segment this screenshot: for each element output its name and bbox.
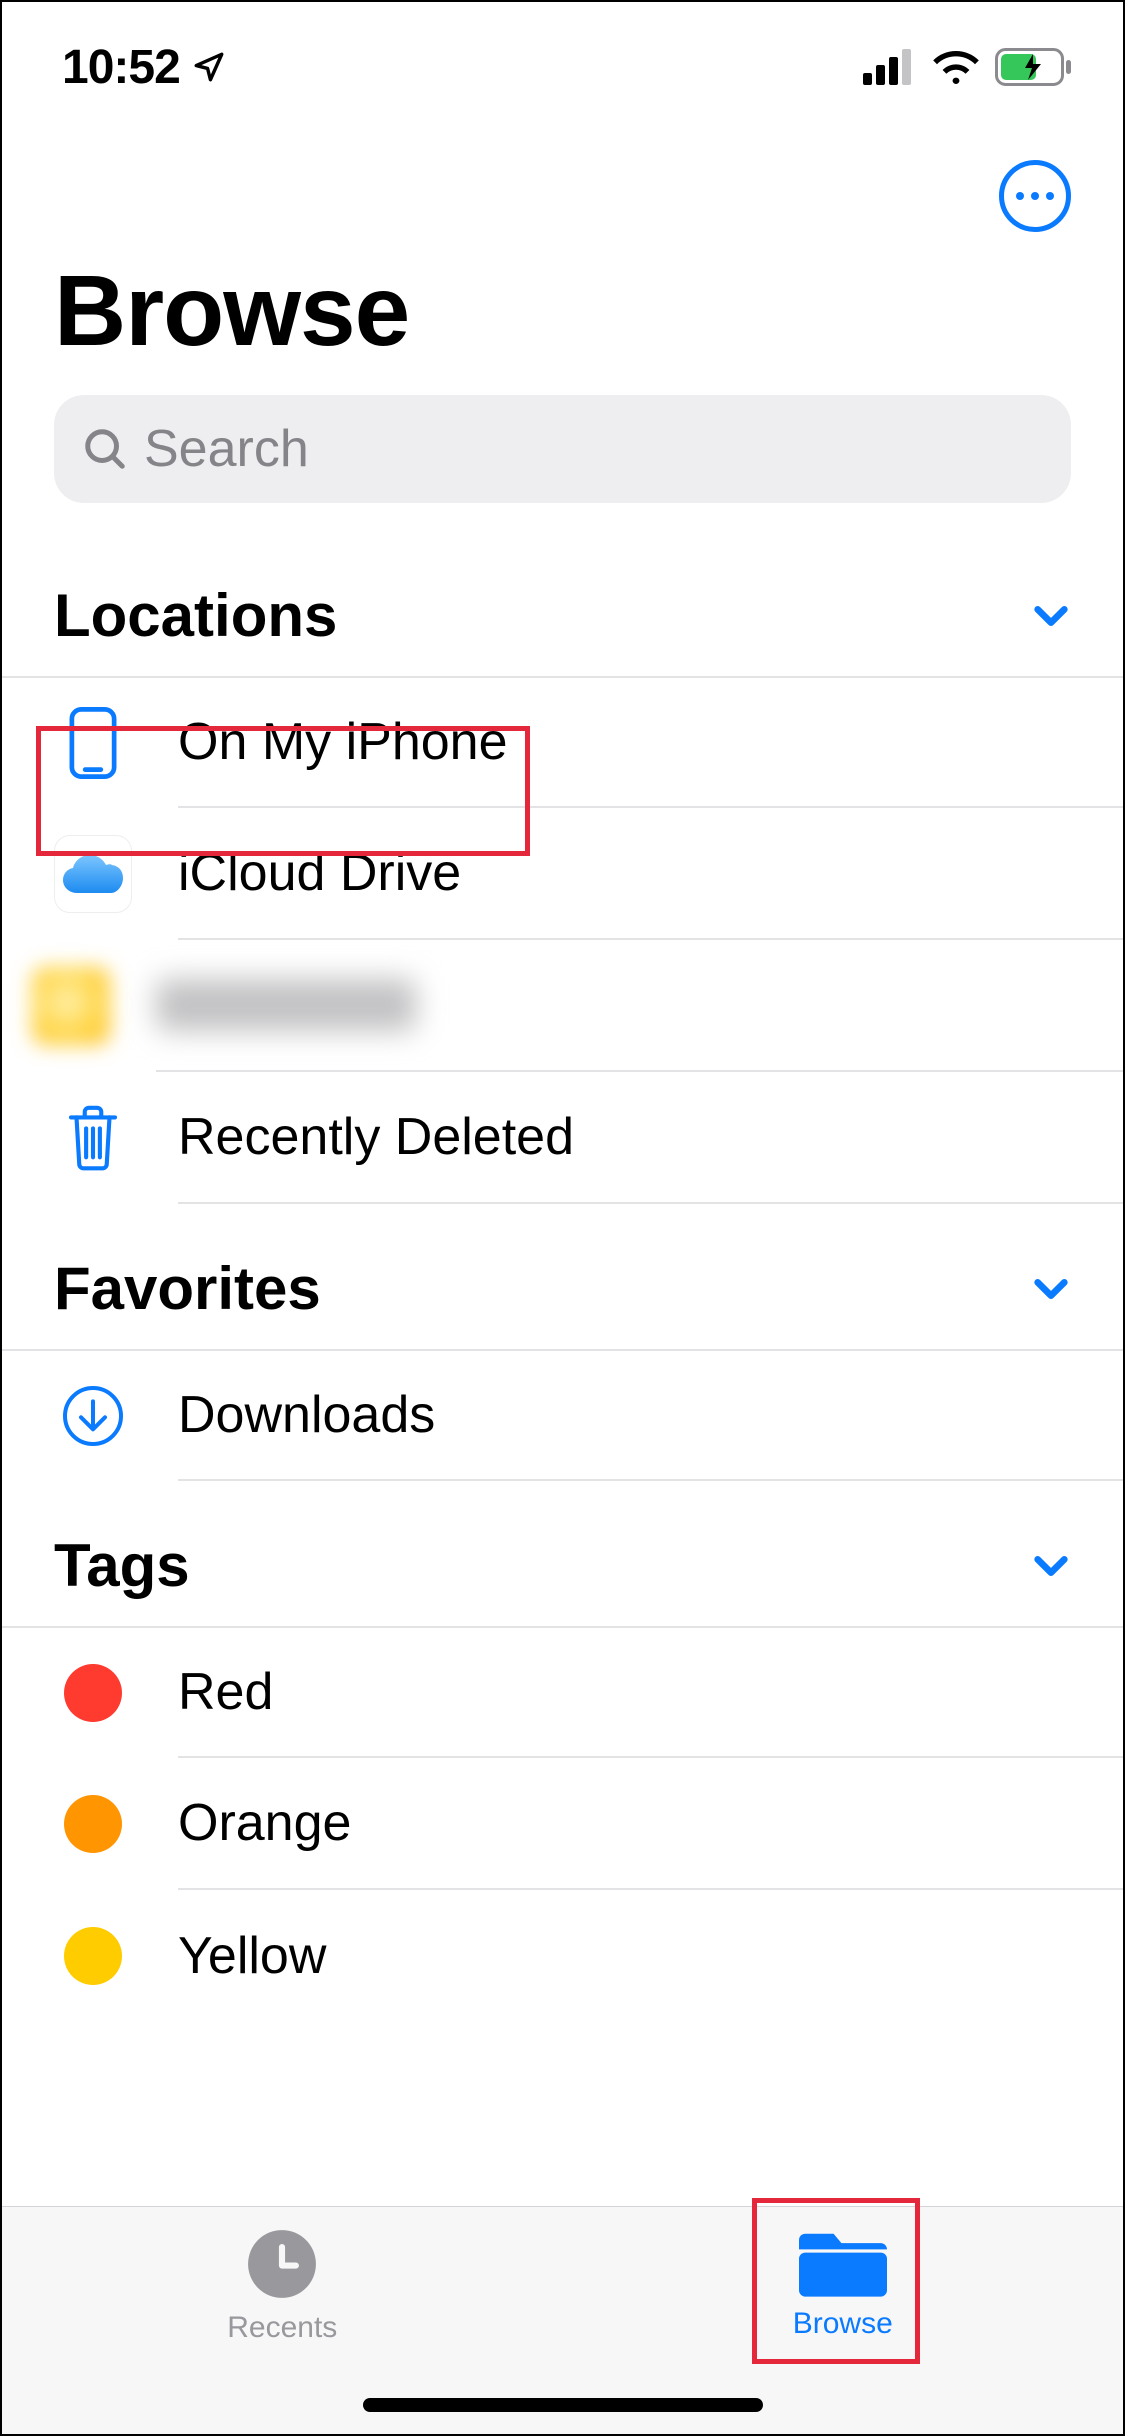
row-label: Recently Deleted bbox=[178, 1107, 574, 1167]
cellular-signal-icon bbox=[863, 49, 917, 85]
folder-icon bbox=[799, 2227, 887, 2297]
ellipsis-icon bbox=[1016, 192, 1024, 200]
tag-orange[interactable]: Orange bbox=[2, 1758, 1123, 1890]
tab-label: Recents bbox=[227, 2311, 337, 2345]
row-label: Red bbox=[178, 1662, 273, 1722]
location-recently-deleted[interactable]: Recently Deleted bbox=[2, 1072, 1123, 1204]
tag-dot-icon bbox=[64, 1927, 122, 1985]
search-input[interactable] bbox=[144, 419, 1043, 479]
tab-label: Browse bbox=[793, 2307, 893, 2341]
status-time-area: 10:52 bbox=[62, 40, 226, 95]
chevron-down-icon bbox=[1031, 1269, 1071, 1309]
section-label: Locations bbox=[54, 581, 337, 650]
location-blurred[interactable] bbox=[2, 940, 1123, 1072]
tag-red[interactable]: Red bbox=[2, 1626, 1123, 1758]
status-time: 10:52 bbox=[62, 40, 180, 95]
blurred-label bbox=[156, 979, 416, 1031]
chevron-down-icon bbox=[1031, 596, 1071, 636]
blurred-icon bbox=[32, 967, 110, 1045]
search-icon bbox=[82, 426, 128, 472]
battery-charging-icon bbox=[995, 48, 1073, 86]
clock-icon bbox=[245, 2227, 319, 2301]
favorites-header[interactable]: Favorites bbox=[2, 1204, 1123, 1349]
status-bar: 10:52 bbox=[2, 2, 1123, 132]
row-label: Orange bbox=[178, 1793, 351, 1853]
status-indicators bbox=[863, 48, 1073, 86]
favorite-downloads[interactable]: Downloads bbox=[2, 1349, 1123, 1481]
locations-header[interactable]: Locations bbox=[2, 531, 1123, 676]
iphone-icon bbox=[54, 704, 132, 782]
section-label: Tags bbox=[54, 1531, 190, 1600]
location-arrow-icon bbox=[192, 50, 226, 84]
location-on-my-iphone[interactable]: On My iPhone bbox=[2, 676, 1123, 808]
search-field[interactable] bbox=[54, 395, 1071, 503]
home-indicator[interactable] bbox=[363, 2398, 763, 2412]
row-label: iCloud Drive bbox=[178, 843, 461, 903]
trash-icon bbox=[54, 1099, 132, 1177]
wifi-icon bbox=[931, 49, 981, 85]
chevron-down-icon bbox=[1031, 1546, 1071, 1586]
more-options-button[interactable] bbox=[999, 160, 1071, 232]
download-circle-icon bbox=[54, 1377, 132, 1455]
tags-header[interactable]: Tags bbox=[2, 1481, 1123, 1626]
tag-yellow[interactable]: Yellow bbox=[2, 1890, 1123, 2022]
tag-dot-icon bbox=[64, 1795, 122, 1853]
section-label: Favorites bbox=[54, 1254, 321, 1323]
row-label: Yellow bbox=[178, 1926, 326, 1986]
cloud-icon bbox=[54, 835, 132, 913]
page-title: Browse bbox=[54, 254, 1071, 369]
row-label: On My iPhone bbox=[178, 712, 508, 772]
row-label: Downloads bbox=[178, 1385, 435, 1445]
location-icloud-drive[interactable]: iCloud Drive bbox=[2, 808, 1123, 940]
tag-dot-icon bbox=[64, 1664, 122, 1722]
